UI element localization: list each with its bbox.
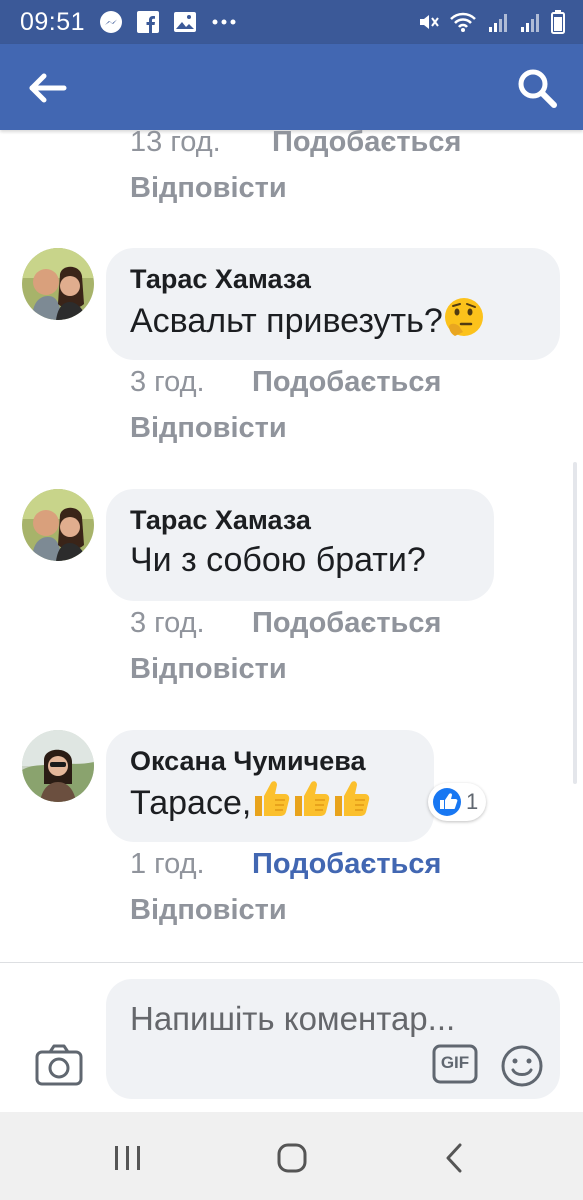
comment-text-content: Асвальт привезуть?: [130, 302, 443, 340]
reaction-count: 1: [466, 789, 479, 814]
comment-composer: Напишіть коментар...: [0, 962, 583, 1113]
thumbs-up-emoji: [291, 778, 331, 832]
thumbs-up-emoji: [251, 778, 291, 832]
status-bar: 09:51: [0, 0, 583, 44]
like-button[interactable]: Подобається: [252, 848, 441, 880]
comment-author[interactable]: Оксана Чумичева: [130, 744, 410, 778]
comments-list: 13 год. Подобається Відповісти Тарас Хама…: [0, 130, 583, 962]
camera-icon: [35, 1044, 83, 1086]
reaction-badge[interactable]: 1: [428, 783, 487, 821]
comment-text-content: Тарасе,: [130, 784, 252, 822]
comment-time: 13 год.: [130, 130, 221, 158]
status-time: 09:51: [20, 7, 86, 36]
mute-icon: [417, 11, 439, 33]
back-icon: [446, 1143, 462, 1173]
battery-icon: [551, 10, 565, 34]
avatar[interactable]: [22, 248, 94, 320]
like-button[interactable]: Подобається: [272, 130, 461, 158]
home-button[interactable]: [270, 1140, 314, 1176]
avatar[interactable]: [22, 489, 94, 561]
reply-button[interactable]: Відповісти: [130, 412, 287, 445]
gallery-icon: [173, 11, 197, 33]
recent-apps-button[interactable]: [106, 1140, 150, 1176]
comment-text: Тарасе,: [130, 778, 410, 832]
emoji-button[interactable]: [500, 1044, 544, 1088]
comment-text: Асвальт привезуть?: [130, 296, 536, 350]
arrow-left-icon: [29, 73, 67, 103]
reply-button[interactable]: Відповісти: [130, 653, 287, 686]
comment-meta: 3 год. Подобається: [130, 366, 441, 399]
comment-meta: 1 год. Подобається: [130, 848, 441, 881]
like-reaction-icon: [433, 788, 461, 816]
search-button[interactable]: [515, 66, 559, 110]
more-dots-icon: [211, 18, 237, 26]
nav-back-button[interactable]: [432, 1140, 476, 1176]
comment-bubble[interactable]: Тарас Хамаза Асвальт привезуть?: [106, 248, 560, 360]
comment-time: 3 год.: [130, 366, 205, 398]
home-icon: [277, 1143, 307, 1173]
camera-button[interactable]: [34, 1043, 84, 1087]
scrollbar[interactable]: [573, 462, 577, 784]
messenger-icon: [99, 10, 123, 34]
facebook-icon: [137, 11, 160, 33]
system-nav-bar: [0, 1112, 583, 1200]
thinking-face-emoji: [443, 296, 485, 350]
status-notifications: [99, 10, 237, 34]
signal-icon: [487, 11, 509, 33]
comment-meta: 13 год. Подобається: [130, 130, 461, 159]
comment-meta: 3 год. Подобається: [130, 607, 441, 640]
signal-icon: [519, 11, 541, 33]
comment-author[interactable]: Тарас Хамаза: [130, 503, 470, 537]
comment-input[interactable]: Напишіть коментар...: [106, 979, 560, 1099]
comment-bubble[interactable]: Тарас Хамаза Чи з собою брати?: [106, 489, 494, 601]
comment-text: Чи з собою брати?: [130, 541, 426, 579]
reply-button[interactable]: Відповісти: [130, 172, 287, 205]
reply-button[interactable]: Відповісти: [130, 894, 287, 927]
like-button[interactable]: Подобається: [252, 366, 441, 398]
comment-time: 1 год.: [130, 848, 205, 880]
status-system-icons: [417, 10, 565, 34]
smiley-icon: [501, 1045, 543, 1087]
back-button[interactable]: [28, 68, 72, 108]
thumbs-up-emoji: [331, 778, 371, 832]
like-button[interactable]: Подобається: [252, 607, 441, 639]
recent-apps-icon: [115, 1146, 140, 1170]
gif-button[interactable]: GIF: [432, 1044, 478, 1084]
comment-bubble[interactable]: Оксана Чумичева Тарасе,: [106, 730, 434, 842]
search-icon: [518, 69, 557, 108]
comment-time: 3 год.: [130, 607, 205, 639]
comment-author[interactable]: Тарас Хамаза: [130, 262, 536, 296]
wifi-icon: [449, 11, 477, 33]
gif-label: GIF: [440, 1053, 470, 1072]
top-app-bar: [0, 44, 583, 130]
avatar[interactable]: [22, 730, 94, 802]
